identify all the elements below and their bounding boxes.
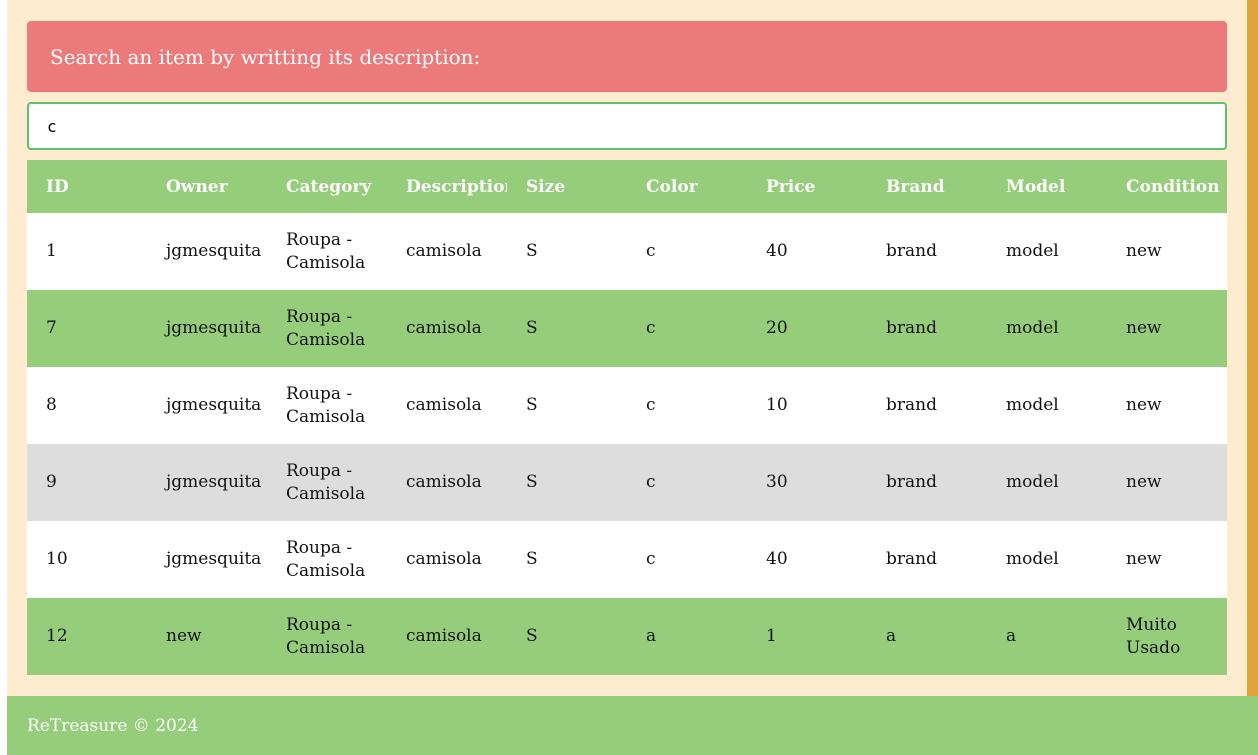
- table-row[interactable]: 8 jgmesquita Roupa - Camisola camisola S…: [27, 367, 1227, 444]
- cell-owner: jgmesquita: [147, 521, 267, 598]
- table-row[interactable]: 12 new Roupa - Camisola camisola S a 1 a…: [27, 598, 1227, 675]
- column-header-category[interactable]: Category: [267, 160, 387, 213]
- cell-owner: jgmesquita: [147, 367, 267, 444]
- column-header-id[interactable]: ID: [27, 160, 147, 213]
- cell-description: camisola: [387, 290, 507, 367]
- cell-size: S: [507, 367, 627, 444]
- cell-condition: new: [1107, 290, 1227, 367]
- items-table: ID Owner Category Description Size Color…: [27, 160, 1227, 675]
- table-row[interactable]: 1 jgmesquita Roupa - Camisola camisola S…: [27, 213, 1227, 290]
- cell-model: model: [987, 213, 1107, 290]
- cell-size: S: [507, 521, 627, 598]
- column-header-brand[interactable]: Brand: [867, 160, 987, 213]
- cell-brand: brand: [867, 444, 987, 521]
- cell-brand: brand: [867, 213, 987, 290]
- cell-price: 20: [747, 290, 867, 367]
- cell-color: c: [627, 290, 747, 367]
- cell-condition: Muito Usado: [1107, 598, 1227, 675]
- cell-id: 12: [27, 598, 147, 675]
- cell-description: camisola: [387, 213, 507, 290]
- column-header-description[interactable]: Description: [387, 160, 507, 213]
- cell-condition: new: [1107, 521, 1227, 598]
- cell-brand: brand: [867, 367, 987, 444]
- footer-copyright: ReTreasure © 2024: [27, 715, 199, 736]
- cell-category: Roupa - Camisola: [267, 367, 387, 444]
- cell-model: model: [987, 367, 1107, 444]
- column-header-model[interactable]: Model: [987, 160, 1107, 213]
- cell-category: Roupa - Camisola: [267, 444, 387, 521]
- table-row[interactable]: 10 jgmesquita Roupa - Camisola camisola …: [27, 521, 1227, 598]
- table-header-row: ID Owner Category Description Size Color…: [27, 160, 1227, 213]
- main-content: Search an item by writting its descripti…: [7, 0, 1247, 696]
- cell-model: model: [987, 444, 1107, 521]
- cell-model: a: [987, 598, 1107, 675]
- cell-color: c: [627, 444, 747, 521]
- cell-model: model: [987, 290, 1107, 367]
- cell-owner: jgmesquita: [147, 213, 267, 290]
- cell-brand: brand: [867, 521, 987, 598]
- search-input[interactable]: [27, 102, 1227, 150]
- cell-id: 10: [27, 521, 147, 598]
- cell-price: 1: [747, 598, 867, 675]
- cell-id: 7: [27, 290, 147, 367]
- cell-description: camisola: [387, 444, 507, 521]
- table-row[interactable]: 9 jgmesquita Roupa - Camisola camisola S…: [27, 444, 1227, 521]
- cell-model: model: [987, 521, 1107, 598]
- cell-size: S: [507, 598, 627, 675]
- page: Search an item by writting its descripti…: [0, 0, 1258, 755]
- column-header-condition[interactable]: Condition: [1107, 160, 1227, 213]
- search-prompt-text: Search an item by writting its descripti…: [50, 44, 481, 69]
- cell-category: Roupa - Camisola: [267, 521, 387, 598]
- cell-price: 40: [747, 521, 867, 598]
- cell-brand: brand: [867, 290, 987, 367]
- cell-category: Roupa - Camisola: [267, 213, 387, 290]
- cell-owner: jgmesquita: [147, 290, 267, 367]
- cell-size: S: [507, 213, 627, 290]
- column-header-color[interactable]: Color: [627, 160, 747, 213]
- cell-color: c: [627, 367, 747, 444]
- cell-brand: a: [867, 598, 987, 675]
- search-prompt-banner: Search an item by writting its descripti…: [27, 21, 1227, 92]
- cell-description: camisola: [387, 367, 507, 444]
- cell-condition: new: [1107, 213, 1227, 290]
- cell-category: Roupa - Camisola: [267, 290, 387, 367]
- table-row[interactable]: 7 jgmesquita Roupa - Camisola camisola S…: [27, 290, 1227, 367]
- cell-condition: new: [1107, 367, 1227, 444]
- cell-price: 30: [747, 444, 867, 521]
- cell-id: 1: [27, 213, 147, 290]
- cell-owner: jgmesquita: [147, 444, 267, 521]
- cell-category: Roupa - Camisola: [267, 598, 387, 675]
- column-header-price[interactable]: Price: [747, 160, 867, 213]
- column-header-owner[interactable]: Owner: [147, 160, 267, 213]
- side-strip: [1247, 0, 1258, 696]
- left-edge: [0, 0, 7, 696]
- column-header-size[interactable]: Size: [507, 160, 627, 213]
- cell-price: 10: [747, 367, 867, 444]
- cell-owner: new: [147, 598, 267, 675]
- cell-size: S: [507, 444, 627, 521]
- cell-description: camisola: [387, 521, 507, 598]
- cell-id: 9: [27, 444, 147, 521]
- cell-color: a: [627, 598, 747, 675]
- cell-condition: new: [1107, 444, 1227, 521]
- cell-color: c: [627, 521, 747, 598]
- cell-size: S: [507, 290, 627, 367]
- footer: ReTreasure © 2024: [7, 696, 1258, 755]
- cell-id: 8: [27, 367, 147, 444]
- cell-color: c: [627, 213, 747, 290]
- cell-description: camisola: [387, 598, 507, 675]
- cell-price: 40: [747, 213, 867, 290]
